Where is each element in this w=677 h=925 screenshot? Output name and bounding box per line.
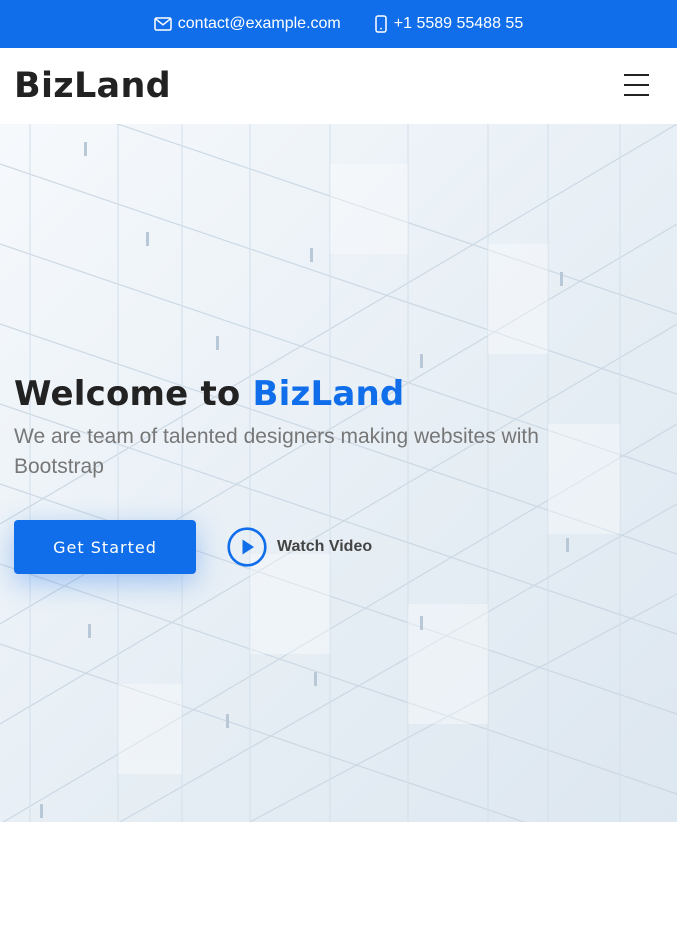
contact-email[interactable]: contact@example.com xyxy=(154,15,341,33)
email-text: contact@example.com xyxy=(177,15,341,32)
site-header: BizLand xyxy=(0,48,677,124)
phone-icon xyxy=(375,15,387,33)
hero-title: Welcome to BizLand xyxy=(14,374,404,414)
hamburger-menu-icon[interactable] xyxy=(620,72,654,98)
contact-phone[interactable]: +1 5589 55488 55 xyxy=(374,15,523,33)
watch-video-label: Watch Video xyxy=(277,538,373,555)
get-started-button[interactable]: Get Started xyxy=(14,520,196,574)
play-circle-icon[interactable] xyxy=(227,527,267,567)
hero-title-prefix: Welcome to xyxy=(14,374,253,414)
phone-text: +1 5589 55488 55 xyxy=(393,15,524,32)
page-content-area xyxy=(0,822,677,925)
watch-video-button[interactable]: Watch Video xyxy=(227,527,372,567)
site-logo[interactable]: BizLand xyxy=(14,66,171,106)
hero-title-accent: BizLand xyxy=(252,374,405,414)
hero-section: Welcome to BizLand We are team of talent… xyxy=(0,124,677,822)
top-bar: contact@example.com +1 5589 55488 55 xyxy=(0,0,677,48)
envelope-icon xyxy=(154,17,172,31)
hero-subtitle: We are team of talented designers making… xyxy=(14,425,539,478)
